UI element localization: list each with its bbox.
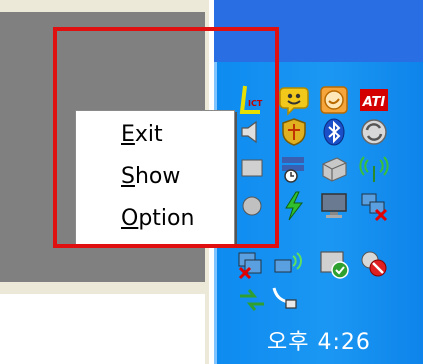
context-menu: Exit Show Option [75,110,235,245]
hardware-tray-icon[interactable] [236,190,268,222]
security-shield-icon[interactable] [278,116,310,148]
speaker-tray-icon[interactable] [236,116,268,148]
menu-item-label: how [134,164,181,189]
clock[interactable]: 오후 4:26 [249,324,389,356]
wireless-network-icon[interactable] [272,248,304,280]
ati-label: ATI [362,95,386,110]
timer-tray-icon[interactable] [318,84,350,116]
device-tray-icon[interactable] [236,152,268,184]
menu-item-option[interactable]: Option [76,198,234,240]
menu-item-mnemonic: O [121,206,139,231]
menu-item-label: ption [138,206,195,231]
menu-item-show[interactable]: Show [76,156,234,198]
ati-tray-icon[interactable]: ATI [358,84,390,116]
menu-item-label: xit [134,122,163,147]
taskbar [214,0,423,62]
ict-label: ICT [248,99,263,108]
desktop-top-strip [0,0,205,12]
usb-device-icon[interactable] [268,284,300,316]
menu-item-mnemonic: E [121,122,135,147]
menu-item-mnemonic: S [121,164,135,189]
menu-item-exit[interactable]: Exit [76,114,234,156]
window-bottom-band [0,282,205,294]
network-disconnected-icon[interactable] [358,190,390,222]
sync-tray-icon[interactable] [358,116,390,148]
update-ok-icon[interactable] [318,248,350,280]
bluetooth-icon[interactable] [318,116,350,148]
green-lightning-icon[interactable] [278,190,310,222]
messenger-smiley-icon[interactable] [278,84,310,116]
monitor-tray-icon[interactable] [318,190,350,222]
network-monitor-icon[interactable] [278,152,310,184]
blocked-tray-icon[interactable] [358,248,390,280]
lan-disconnected-icon[interactable] [236,248,268,280]
ict-tray-icon[interactable]: ICT [236,84,268,116]
wireless-antenna-icon[interactable] [358,152,390,184]
printer-tray-icon[interactable] [318,152,350,184]
sync-arrow-icon[interactable] [236,284,268,316]
